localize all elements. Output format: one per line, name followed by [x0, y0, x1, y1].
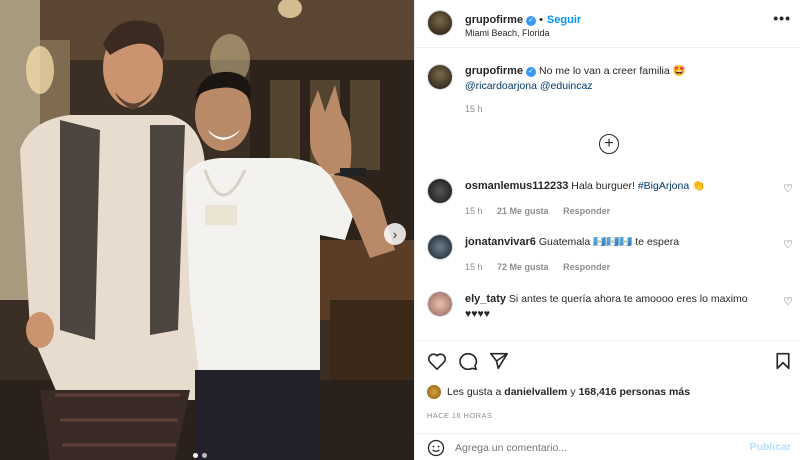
post-photo[interactable]: ›: [0, 0, 414, 460]
photo-illustration: [0, 0, 414, 460]
comment-avatar[interactable]: [427, 178, 453, 204]
likes-count[interactable]: 168,416 personas más: [579, 386, 691, 398]
caption-text: No me lo van a creer familia 🤩: [538, 65, 686, 77]
load-more-comments-button[interactable]: +: [599, 134, 619, 154]
avatar[interactable]: [427, 10, 453, 36]
caption-avatar[interactable]: [427, 64, 453, 90]
verified-badge-icon: ✓: [526, 16, 537, 26]
comment-likes[interactable]: 72 Me gusta: [497, 262, 549, 272]
comment-text: Hala burguer!: [571, 180, 638, 192]
post-sidebar: grupofirme ✓ • Seguir Miami Beach, Florida …: [414, 0, 800, 460]
comment-age: 15 h: [465, 206, 483, 216]
follow-button[interactable]: Seguir: [547, 14, 581, 26]
comment-text-block: ely_taty Si antes te quería ahora te amo…: [465, 292, 765, 322]
comment-input[interactable]: [455, 440, 735, 456]
comment-like-heart-icon[interactable]: ♡: [783, 238, 793, 251]
comment-composer: Publicar: [415, 433, 800, 460]
comment-hearts: ♥♥♥♥: [465, 308, 490, 320]
comment-text: Guatemala 🇬🇹🇬🇹🇬🇹 te espera: [538, 236, 680, 248]
comment-username[interactable]: ely_taty: [465, 293, 506, 305]
more-options-icon[interactable]: •••: [773, 10, 791, 26]
comment-likes[interactable]: 21 Me gusta: [497, 206, 549, 216]
likes-prefix: Les gusta a: [447, 386, 502, 398]
bookmark-icon[interactable]: [775, 352, 791, 370]
verified-badge-icon: ✓: [526, 67, 537, 77]
comment-reply-button[interactable]: Responder: [563, 262, 610, 272]
separator-dot: •: [539, 14, 543, 26]
carousel-dot-active: [193, 453, 198, 458]
likes-user[interactable]: danielvallem: [504, 386, 567, 398]
comment-avatar[interactable]: [427, 234, 453, 260]
caption-age: 15 h: [465, 104, 483, 114]
carousel-dot: [202, 453, 207, 458]
post-header: grupofirme ✓ • Seguir Miami Beach, Florida …: [415, 0, 800, 48]
emoji-icon[interactable]: [427, 439, 445, 457]
post-actions: Les gusta a danielvallem y 168,416 perso…: [415, 340, 800, 460]
header-user-line: grupofirme ✓ • Seguir: [465, 10, 581, 28]
likes-summary: Les gusta a danielvallem y 168,416 perso…: [427, 385, 690, 399]
comment-meta: 15 h 72 Me gusta Responder: [465, 262, 622, 272]
comment-hashtag[interactable]: #BigArjona: [638, 180, 689, 192]
header-username[interactable]: grupofirme: [465, 14, 523, 26]
location-link[interactable]: Miami Beach, Florida: [465, 28, 550, 38]
comment-meta: 15 h 21 Me gusta Responder: [465, 206, 622, 216]
comment-avatar[interactable]: [427, 291, 453, 317]
comment-text-block: jonatanvivar6 Guatemala 🇬🇹🇬🇹🇬🇹 te espera: [465, 235, 679, 250]
comment-text: Si antes te quería ahora te amoooo eres …: [508, 293, 748, 305]
comment-emoji: 👏: [692, 180, 706, 192]
carousel-dots: [193, 453, 207, 458]
comment-username[interactable]: jonatanvivar6: [465, 236, 536, 248]
comment-icon[interactable]: [458, 352, 478, 370]
caption-text-block: grupofirme ✓ No me lo van a creer familia…: [465, 64, 785, 94]
likes-suffix: y: [570, 386, 576, 398]
posted-time: HACE 16 HORAS: [427, 411, 493, 420]
comment-like-heart-icon[interactable]: ♡: [783, 182, 793, 195]
carousel-next-button[interactable]: ›: [384, 223, 406, 245]
comment-username[interactable]: osmanlemus112233: [465, 180, 568, 192]
share-icon[interactable]: [489, 352, 509, 370]
comment-reply-button[interactable]: Responder: [563, 206, 610, 216]
comment-text-block: osmanlemus112233 Hala burguer! #BigArjon…: [465, 179, 705, 194]
caption-username[interactable]: grupofirme: [465, 65, 523, 77]
liker-avatar[interactable]: [427, 385, 441, 399]
publish-button[interactable]: Publicar: [750, 441, 791, 453]
caption-mentions[interactable]: @ricardoarjona @eduincaz: [465, 80, 593, 92]
comment-age: 15 h: [465, 262, 483, 272]
heart-icon[interactable]: [427, 352, 447, 370]
comment-like-heart-icon[interactable]: ♡: [783, 295, 793, 308]
